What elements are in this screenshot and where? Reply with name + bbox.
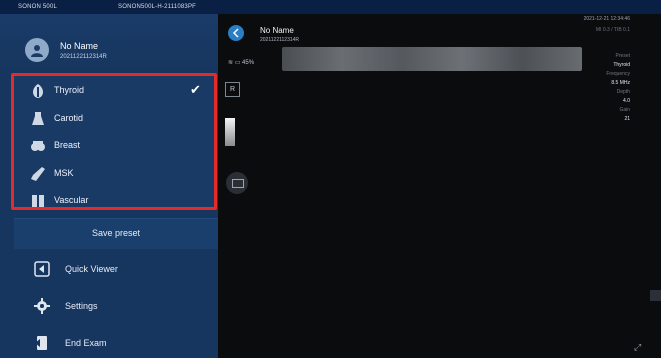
param-value: 8.5 MHz xyxy=(611,80,630,86)
menu-label: Settings xyxy=(65,301,98,311)
quick-viewer-icon xyxy=(34,261,50,277)
param-key: Frequency xyxy=(606,71,630,77)
back-button[interactable] xyxy=(228,25,244,41)
wifi-icon: ≋ xyxy=(228,60,234,66)
main-patient-id: 2021122112314R xyxy=(260,37,300,43)
param-value: Thyroid xyxy=(613,62,630,68)
top-status-bar: SONON 500L SONON500L-H-2111083PF xyxy=(0,0,661,14)
gear-icon xyxy=(34,298,50,314)
settings-button[interactable]: Settings xyxy=(14,291,218,321)
param-value: 21 xyxy=(624,116,630,122)
datetime: 2021-12-21 12:34:46 xyxy=(583,16,630,22)
save-preset-button[interactable]: Save preset xyxy=(14,218,218,249)
image-header-bar xyxy=(282,47,582,71)
param-value: 4.0 xyxy=(623,98,630,104)
user-icon xyxy=(31,45,43,57)
param-key: Preset xyxy=(615,53,630,59)
end-exam-icon xyxy=(35,336,47,350)
device-serial: SONON500L-H-2111083PF xyxy=(118,4,197,10)
menu-label: End Exam xyxy=(65,338,107,348)
cine-button[interactable] xyxy=(226,172,248,194)
preset-highlight-box xyxy=(11,73,217,210)
connection-status: ≋ ▭ 45% xyxy=(228,59,254,66)
param-key: Gain xyxy=(619,107,630,113)
avatar xyxy=(25,38,49,62)
patient-name: No Name xyxy=(60,41,99,51)
side-panel-tab[interactable] xyxy=(650,290,661,301)
main-patient-name: No Name xyxy=(260,26,294,35)
imaging-parameters: Preset Thyroid Frequency 8.5 MHz Depth 4… xyxy=(590,52,630,124)
battery-icon: ▭ xyxy=(234,60,241,66)
orientation-marker: R xyxy=(225,82,240,97)
grayscale-bar xyxy=(225,118,235,146)
film-icon xyxy=(232,179,244,188)
param-key: Depth xyxy=(616,89,630,95)
battery-level: 45% xyxy=(242,60,255,66)
chevron-left-icon xyxy=(232,28,239,38)
save-preset-label: Save preset xyxy=(91,228,141,238)
fullscreen-icon[interactable]: ⤢ xyxy=(634,342,641,353)
menu-label: Quick Viewer xyxy=(65,264,118,274)
device-name: SONON 500L xyxy=(18,4,58,10)
patient-card[interactable]: No Name 2021122112314R xyxy=(0,14,218,70)
mi-ti-readout: MI 0.3 / TIB 0.1 xyxy=(595,27,630,33)
quick-viewer-button[interactable]: Quick Viewer xyxy=(14,254,218,284)
patient-id: 2021122112314R xyxy=(60,54,107,60)
end-exam-button[interactable]: End Exam xyxy=(14,328,218,358)
